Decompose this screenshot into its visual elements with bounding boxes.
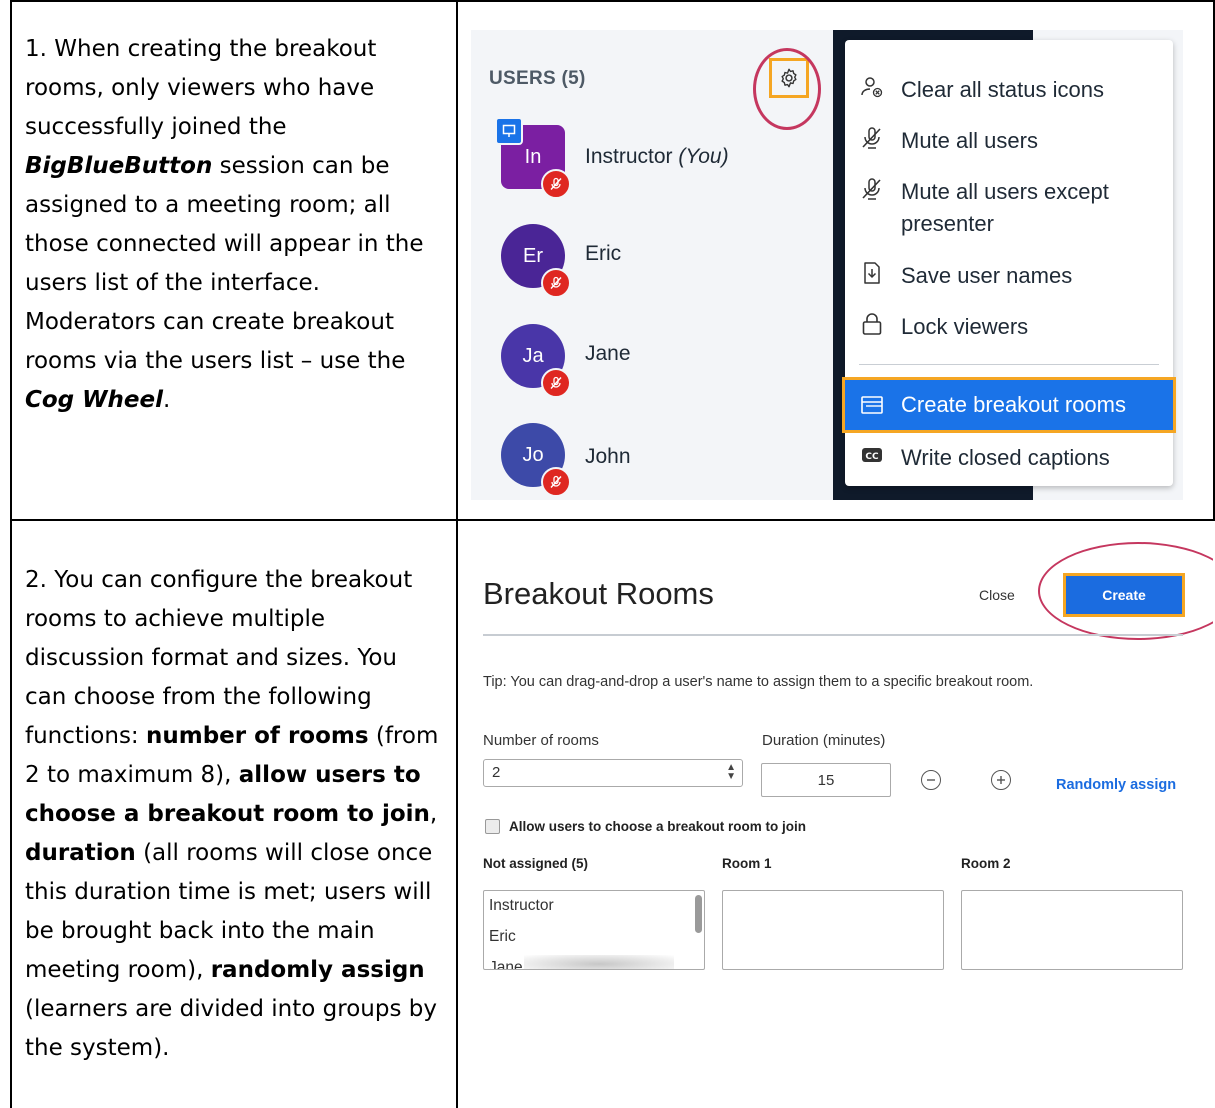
text-run: randomly assign xyxy=(210,957,425,983)
muted-mic-icon xyxy=(541,268,571,298)
annotation-circle-create xyxy=(1038,542,1213,640)
table-border-left xyxy=(10,0,12,1108)
user-row-jane[interactable]: Ja Jane xyxy=(501,324,831,404)
menu-item-create-breakout[interactable]: Create breakout rooms xyxy=(842,377,1176,433)
text-run: number of rooms xyxy=(146,723,369,749)
breakout-icon xyxy=(859,392,885,418)
text-run: BigBlueButton xyxy=(25,153,213,179)
close-button[interactable]: Close xyxy=(979,587,1015,603)
users-title: USERS (5) xyxy=(489,68,586,89)
instruction-step-1: 1. When creating the breakout rooms, onl… xyxy=(25,30,445,420)
text-run: session can be assigned to a meeting roo… xyxy=(25,153,424,374)
save-file-icon xyxy=(859,260,885,286)
menu-item-closed-captions[interactable]: CC Write closed captions xyxy=(845,442,1173,474)
mute-icon xyxy=(859,176,885,202)
text-run: 2. You can configure the breakout rooms … xyxy=(25,567,413,749)
user-name: John xyxy=(585,445,631,468)
scrollbar[interactable] xyxy=(695,895,702,933)
text-run: , xyxy=(429,801,438,827)
cc-icon: CC xyxy=(859,442,885,468)
duration-label: Duration (minutes) xyxy=(762,732,886,749)
drag-shadow xyxy=(524,955,674,969)
mute-icon xyxy=(859,125,885,151)
muted-mic-icon xyxy=(541,467,571,497)
list-item[interactable]: Instructor xyxy=(489,897,554,915)
allow-choose-checkbox[interactable] xyxy=(485,819,500,834)
room-1-label: Room 1 xyxy=(722,856,772,871)
increase-duration-button[interactable] xyxy=(991,770,1011,790)
user-name: Eric xyxy=(585,242,622,265)
table-border-row xyxy=(10,519,1215,521)
muted-mic-icon xyxy=(541,169,571,199)
text-run: 1. When creating the breakout rooms, onl… xyxy=(25,36,377,140)
lock-icon xyxy=(859,311,885,337)
user-options-menu: Clear all status icons Mute all users Mu… xyxy=(842,40,1176,486)
menu-item-save-names[interactable]: Save user names xyxy=(845,260,1173,292)
number-of-rooms-label: Number of rooms xyxy=(483,732,599,749)
allow-choose-label: Allow users to choose a breakout room to… xyxy=(509,819,807,834)
room-1-dropzone[interactable] xyxy=(722,890,944,970)
text-run: . xyxy=(162,387,171,413)
menu-item-mute-all[interactable]: Mute all users xyxy=(845,125,1173,157)
text-run: (learners are divided into groups by the… xyxy=(25,996,437,1061)
room-2-label: Room 2 xyxy=(961,856,1011,871)
breakout-rooms-screenshot: Breakout Rooms Close Create Tip: You can… xyxy=(471,540,1213,1095)
menu-item-mute-except-presenter[interactable]: Mute all users except presenter xyxy=(845,176,1173,240)
page-title: Breakout Rooms xyxy=(483,576,714,611)
user-row-john[interactable]: Jo John xyxy=(501,423,831,500)
annotation-circle-gear xyxy=(753,48,821,130)
select-arrows-icon: ▲ ▼ xyxy=(726,762,736,782)
minus-icon xyxy=(927,779,935,781)
users-panel-screenshot: USERS (5) In Instructor (You) Er Eric Ja xyxy=(471,30,1183,500)
text-run: duration xyxy=(25,840,136,866)
user-name: Jane xyxy=(585,342,631,365)
muted-mic-icon xyxy=(541,368,571,398)
tip-text: Tip: You can drag-and-drop a user's name… xyxy=(483,674,1034,690)
instruction-step-2: 2. You can configure the breakout rooms … xyxy=(25,561,445,1068)
user-row-eric[interactable]: Er Eric xyxy=(501,224,831,304)
user-name: Instructor (You) xyxy=(585,145,729,168)
plus-icon xyxy=(997,776,1005,784)
randomly-assign-link[interactable]: Randomly assign xyxy=(1056,777,1176,793)
list-item[interactable]: Jane xyxy=(489,959,523,969)
table-border-top xyxy=(10,0,1215,2)
not-assigned-list[interactable]: Instructor Eric Jane xyxy=(483,890,705,970)
duration-input[interactable]: 15 xyxy=(761,763,891,797)
menu-item-clear-status[interactable]: Clear all status icons xyxy=(845,74,1173,106)
list-item[interactable]: Eric xyxy=(489,928,516,946)
clear-status-icon xyxy=(859,74,885,100)
table-border-middle xyxy=(456,0,458,1108)
menu-item-lock-viewers[interactable]: Lock viewers xyxy=(845,311,1173,343)
decrease-duration-button[interactable] xyxy=(921,770,941,790)
svg-text:CC: CC xyxy=(865,452,879,462)
text-run: Cog Wheel xyxy=(25,387,163,413)
number-of-rooms-select[interactable]: 2 ▲ ▼ xyxy=(483,759,743,787)
title-divider xyxy=(483,634,1183,636)
user-row-instructor[interactable]: In Instructor (You) xyxy=(495,117,831,205)
not-assigned-label: Not assigned (5) xyxy=(483,856,589,871)
menu-divider xyxy=(859,364,1159,365)
presenter-icon xyxy=(495,117,523,145)
room-2-dropzone[interactable] xyxy=(961,890,1183,970)
